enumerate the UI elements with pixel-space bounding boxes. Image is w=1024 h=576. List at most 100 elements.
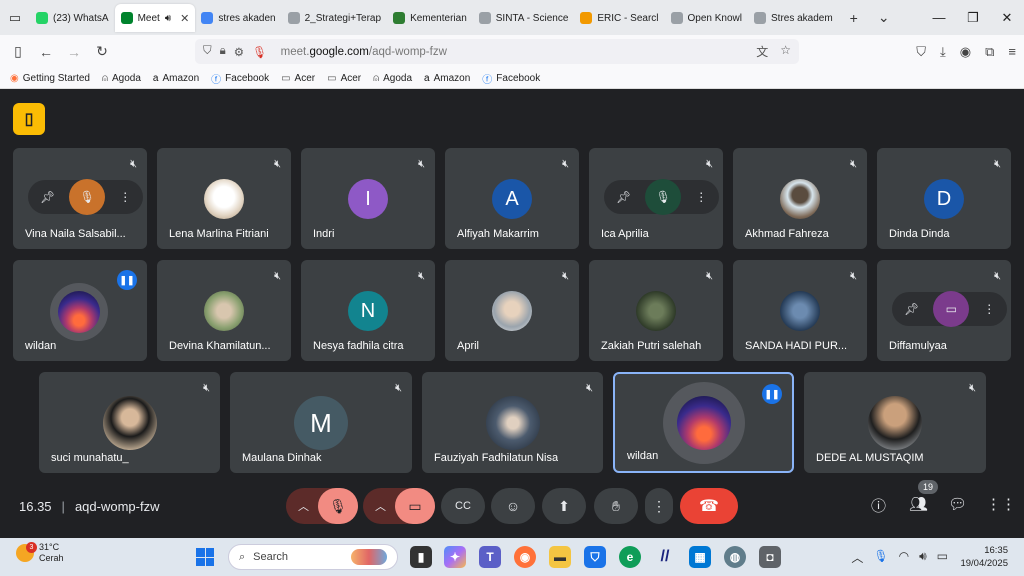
browser-tab[interactable]: Open Knowl [665,4,748,32]
browser-tab[interactable]: stres akaden [195,4,281,32]
bookmark-item[interactable]: ▭ Acer [327,73,361,84]
participant-tile[interactable]: 🔇︎ 📌︎ 🎙︎ ⋮ Vina Naila Salsabil... [13,148,147,249]
present-screen-button[interactable]: ⬆ [542,488,586,524]
participant-tile[interactable]: ❚❚ wildan [613,372,794,473]
weather-widget[interactable]: 3 31°C Cerah [16,542,64,564]
participant-tile[interactable]: 🔇︎ Fauziyah Fadhilatun Nisa [422,372,603,473]
participant-tile[interactable]: 🔇︎ Lena Marlina Fitriani [157,148,291,249]
more-options-button[interactable]: ⋮ [645,488,673,524]
participant-tile[interactable]: 🔇︎ Akhmad Fahreza [733,148,867,249]
browser-tab[interactable]: (23) WhatsA [30,4,115,32]
reactions-button[interactable]: ☺ [491,488,535,524]
browser-tab[interactable]: Meet 🔊︎ ✕ [114,4,196,32]
leave-call-button[interactable]: ☎︎ [680,488,738,524]
video-options-chevron-icon[interactable]: ︿ [375,498,386,514]
participant-tile[interactable]: 🔇︎ I Indri [301,148,435,249]
more-options-icon[interactable]: ⋮ [983,302,995,316]
participant-tile[interactable]: 🔇︎ A Alfiyah Makarrim [445,148,579,249]
account-icon[interactable]: ◉ [960,44,971,60]
browser-tab[interactable]: Stres akadem [748,4,839,32]
bookmark-item[interactable]: ⍝ Agoda [102,73,141,84]
browser-tab[interactable]: 2_Strategi+Terap [282,4,387,32]
more-options-icon[interactable]: ⋮ [119,190,131,204]
audio-playing-icon[interactable]: 🔊︎ [165,13,171,24]
microphone-toggle-button[interactable]: 🎙︎ [318,488,358,524]
pocket-icon[interactable]: ⛉ [916,44,926,60]
forward-icon[interactable]: → [60,44,88,60]
close-window-icon[interactable]: ✕ [990,0,1024,35]
bookmark-item[interactable]: ⍝ Agoda [373,73,412,84]
pin-icon[interactable]: 📌︎ [616,190,631,204]
store-icon[interactable]: ▦ [689,546,711,568]
people-icon[interactable]: 👥︎ [909,495,928,513]
participant-tile[interactable]: 🔇︎ N Nesya fadhila citra [301,260,435,361]
participant-tile[interactable]: 🔇︎ SANDA HADI PUR... [733,260,867,361]
browser-tab[interactable]: Kementerian [387,4,473,32]
url-text[interactable]: meet.google.com/aqd-womp-fzw [281,46,447,58]
translate-icon[interactable]: 文 [756,43,768,60]
audio-options-chevron-icon[interactable]: ︿ [298,498,309,514]
more-options-icon[interactable]: ⋮ [695,190,707,204]
microphone-tray-icon[interactable]: 🎙︎ [873,549,888,566]
start-menu-icon[interactable] [196,548,214,566]
participant-tile[interactable]: 🔇︎ April [445,260,579,361]
participant-tile[interactable]: 🔇︎ M Maulana Dinhak [230,372,412,473]
taskbar-search[interactable]: ⌕ Search [228,544,398,570]
slash-app-icon[interactable]: // [654,546,676,568]
microphone-permission-icon[interactable]: 🎙︎ [252,45,267,59]
bookmark-item[interactable]: ◉ Getting Started [10,73,90,84]
participant-tile[interactable]: 🔇︎ suci munahatu_ [39,372,220,473]
chat-icon[interactable]: 💬︎ [948,495,967,513]
firefox-icon[interactable]: ◉ [514,546,536,568]
bookmark-item[interactable]: ⓕ Facebook [482,71,540,86]
camera-toggle-button[interactable]: ▭ [395,488,435,524]
captions-button[interactable]: CC [441,488,485,524]
menu-icon[interactable]: ≡ [1008,44,1016,59]
bookmark-item[interactable]: ▭ Acer [281,73,315,84]
browser-tab[interactable]: SINTA - Science [473,4,575,32]
participant-tile[interactable]: 🔇︎ Devina Khamilatun... [157,260,291,361]
participant-tile[interactable]: 🔇︎ 📌︎ ▭ ⋮ Diffamulyaa [877,260,1011,361]
task-view-icon[interactable]: ▮ [410,546,432,568]
copilot-icon[interactable]: ✦ [444,546,466,568]
file-explorer-icon[interactable]: ▬ [549,546,571,568]
edge-icon[interactable]: e [619,546,641,568]
sidebar-toggle-icon[interactable]: ▯ [4,43,32,60]
reload-icon[interactable]: ↻ [88,43,116,60]
bookmark-star-icon[interactable]: ☆ [780,43,791,60]
host-controls-button[interactable]: ▯ [13,103,45,135]
camera-off-participant-icon[interactable]: ▭ [933,291,970,327]
new-tab-button[interactable]: + [839,10,869,26]
security-shield-icon[interactable]: ⛉ [584,546,606,568]
pin-icon[interactable]: 📌︎ [904,302,919,316]
battery-icon[interactable]: ▭ [937,549,948,566]
participant-tile[interactable]: 🔇︎ D Dinda Dinda [877,148,1011,249]
downloads-icon[interactable]: ⤓ [940,44,946,60]
raise-hand-button[interactable]: ✋︎ [594,488,638,524]
participant-tile[interactable]: 🔇︎ 📌︎ 🎙︎ ⋮ Ica Aprilia [589,148,723,249]
bookmark-item[interactable]: ⓕ Facebook [211,71,269,86]
back-icon[interactable]: ← [32,44,60,60]
show-hidden-icons-chevron-icon[interactable]: ︿ [851,549,863,566]
extensions-icon[interactable]: ⧉ [985,44,994,60]
volume-icon[interactable]: 🔊︎ [919,549,927,566]
mute-participant-icon[interactable]: 🎙︎ [645,179,682,215]
mute-participant-icon[interactable]: 🎙︎ [69,179,106,215]
lock-icon[interactable]: 🔒︎ [220,45,226,58]
participant-tile[interactable]: ❚❚ wildan [13,260,147,361]
meeting-details-icon[interactable]: ⓘ [871,495,886,516]
wifi-icon[interactable]: ◠ [899,549,909,566]
participant-tile[interactable]: 🔇︎ DEDE AL MUSTAQIM [804,372,986,473]
taskbar-clock[interactable]: 16:35 19/04/2025 [960,544,1008,570]
close-tab-icon[interactable]: ✕ [180,12,189,25]
camera-app-icon[interactable]: ◘ [759,546,781,568]
globe-app-icon[interactable]: ◍ [724,546,746,568]
restore-icon[interactable]: ❐ [956,0,990,35]
tab-list-dropdown-icon[interactable]: ⌄ [869,9,899,26]
tab-list-icon[interactable]: ▭ [0,0,30,35]
permissions-icon[interactable]: ⚙ [234,45,244,59]
minimize-icon[interactable]: — [922,0,956,35]
participant-tile[interactable]: 🔇︎ Zakiah Putri salehah [589,260,723,361]
activities-icon[interactable]: ⋮⋮ [986,495,1016,513]
pin-icon[interactable]: 📌︎ [40,190,55,204]
